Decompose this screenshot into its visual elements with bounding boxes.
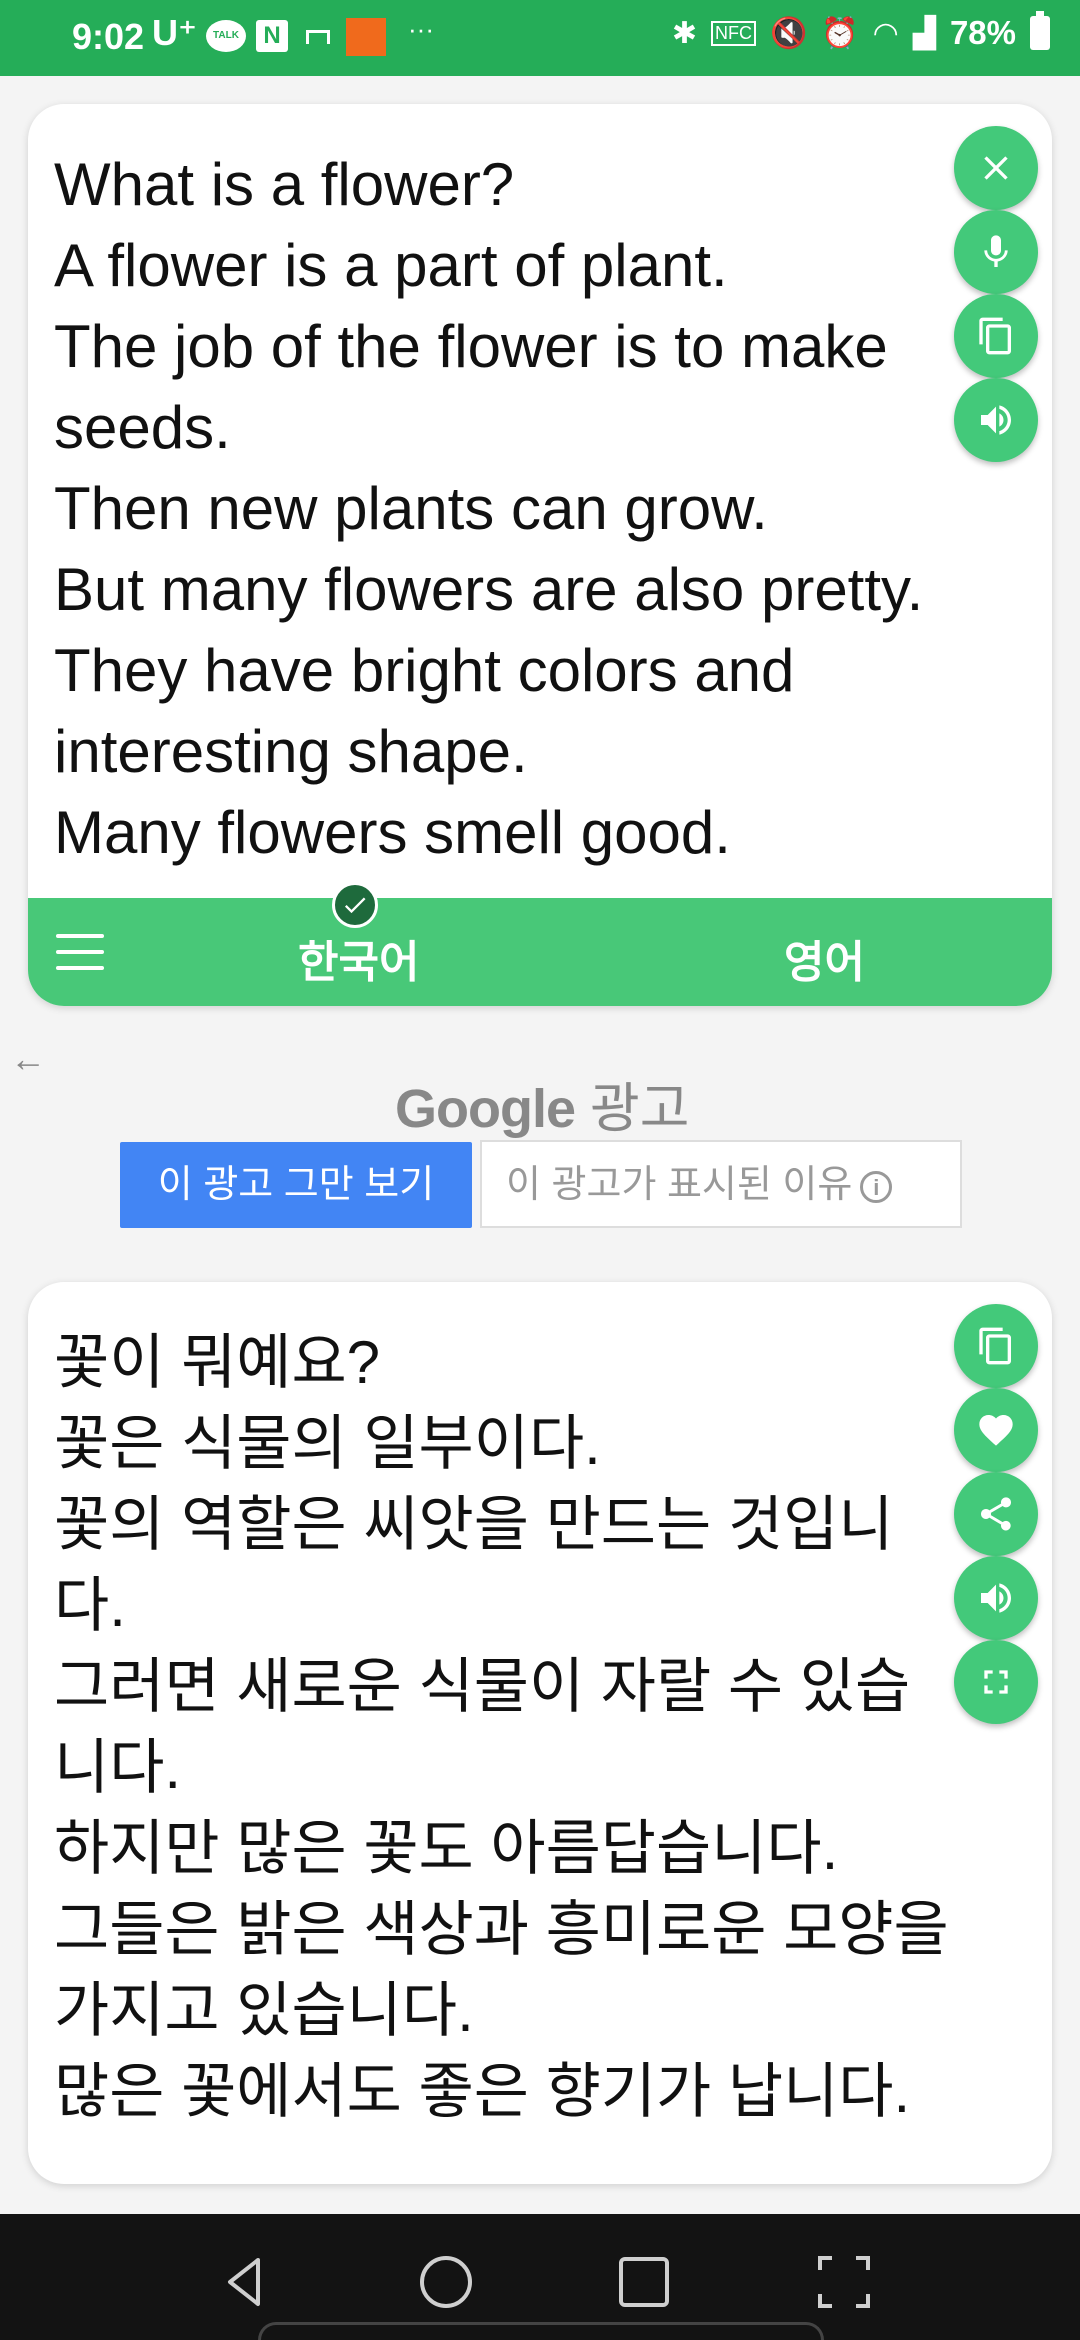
- copy-icon: [979, 1327, 1011, 1365]
- check-icon: [332, 882, 378, 928]
- status-time: 9:02: [72, 16, 145, 57]
- alarm-icon: ⏰: [821, 16, 859, 50]
- status-icons: ✱ NFC 🔇 ⏰ ◠ ▟ 78%: [671, 11, 1050, 52]
- close-icon: [984, 156, 1008, 180]
- carrier-label: U⁺: [152, 12, 197, 53]
- home-button[interactable]: [418, 2254, 474, 2310]
- capture-frame-icon: [818, 2256, 870, 2308]
- naver-icon: N: [256, 20, 288, 52]
- app-root: 9:02 U⁺ TALK N ··· ✱ NFC 🔇 ⏰ ◠ ▟ 78% Wha…: [0, 0, 1080, 2340]
- source-card: What is a flower? A flower is a part of …: [28, 104, 1052, 1006]
- copy-icon: [979, 317, 1011, 355]
- favorite-button[interactable]: [954, 1388, 1038, 1472]
- notification-icon: [306, 30, 330, 44]
- back-button[interactable]: [218, 2254, 274, 2310]
- kakaotalk-icon: TALK: [206, 20, 246, 52]
- share-icon: [981, 1497, 1011, 1531]
- why-this-ad-button[interactable]: 이 광고가 표시된 이유 i: [480, 1140, 962, 1228]
- speak-source-button[interactable]: [954, 378, 1038, 462]
- translation-card: 꽃이 뭐예요? 꽃은 식물의 일부이다. 꽃의 역할은 씨앗을 만드는 것입니다…: [28, 1282, 1052, 2184]
- language-bar: 한국어 영어: [28, 898, 1052, 1006]
- copy-source-button[interactable]: [954, 294, 1038, 378]
- translated-text[interactable]: 꽃이 뭐예요? 꽃은 식물의 일부이다. 꽃의 역할은 씨앗을 만드는 것입니다…: [54, 1322, 954, 2178]
- menu-icon[interactable]: [56, 934, 104, 970]
- more-notifications-icon: ···: [408, 14, 434, 44]
- source-text[interactable]: What is a flower? A flower is a part of …: [54, 144, 954, 934]
- status-bar: 9:02 U⁺ TALK N ··· ✱ NFC 🔇 ⏰ ◠ ▟ 78%: [0, 0, 1080, 76]
- recents-square-icon: [619, 2257, 669, 2307]
- gesture-handle[interactable]: [258, 2322, 824, 2340]
- wifi-icon: ◠: [872, 16, 899, 50]
- recents-button[interactable]: [616, 2254, 672, 2310]
- fullscreen-icon: [984, 1670, 1008, 1694]
- ad-back-arrow-icon[interactable]: ←: [10, 1038, 46, 1080]
- heart-icon: [979, 1415, 1013, 1446]
- info-icon: i: [860, 1170, 893, 1203]
- google-ad-label: Google 광고: [395, 1064, 689, 1143]
- why-this-ad-label: 이 광고가 표시된 이유: [506, 1164, 853, 1206]
- ad-label-text: 광고: [590, 1079, 690, 1139]
- home-circle-icon: [420, 2256, 472, 2308]
- mute-icon: 🔇: [769, 16, 808, 50]
- speak-translation-button[interactable]: [954, 1556, 1038, 1640]
- battery-icon: [1030, 11, 1050, 50]
- copy-translation-button[interactable]: [954, 1304, 1038, 1388]
- google-logo: Google: [395, 1079, 576, 1139]
- target-language-button[interactable]: 영어: [784, 926, 865, 990]
- stop-seeing-ad-button[interactable]: 이 광고 그만 보기: [120, 1142, 472, 1228]
- volume-icon: [981, 1583, 1011, 1613]
- volume-icon: [981, 405, 1011, 435]
- share-button[interactable]: [954, 1472, 1038, 1556]
- back-triangle-icon: [228, 2258, 260, 2306]
- screenshot-button[interactable]: [816, 2254, 872, 2310]
- bluetooth-icon: ✱: [671, 16, 697, 50]
- fullscreen-button[interactable]: [954, 1640, 1038, 1724]
- close-button[interactable]: [954, 126, 1038, 210]
- mic-icon: [984, 235, 1008, 267]
- source-language-button[interactable]: 한국어: [298, 926, 419, 990]
- mic-button[interactable]: [954, 210, 1038, 294]
- battery-percent: 78%: [949, 14, 1016, 51]
- app-notification-icon: [346, 18, 386, 56]
- nfc-icon: NFC: [710, 20, 756, 46]
- signal-icon: ▟: [912, 16, 936, 50]
